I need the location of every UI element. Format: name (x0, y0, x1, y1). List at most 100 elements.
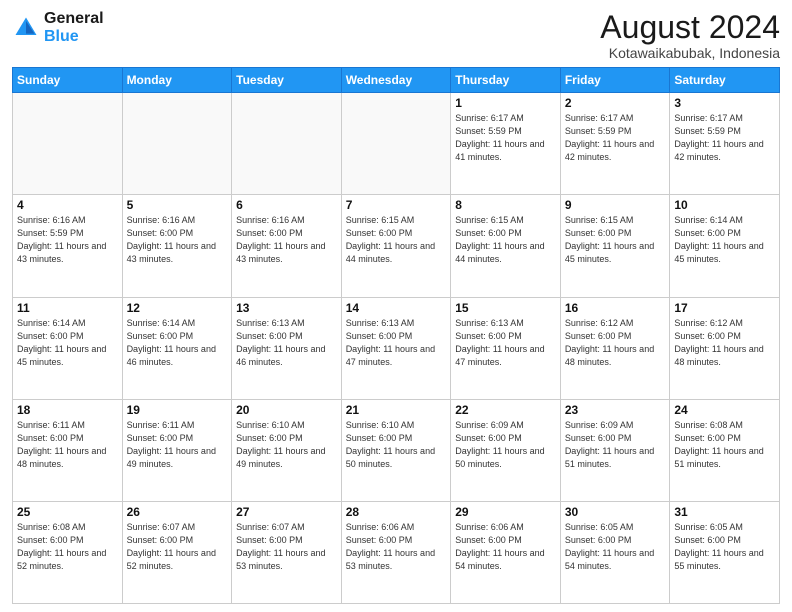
day-number: 2 (565, 96, 666, 110)
day-cell: 28 Sunrise: 6:06 AMSunset: 6:00 PMDayligh… (341, 501, 451, 603)
day-info: Sunrise: 6:13 AMSunset: 6:00 PMDaylight:… (455, 317, 556, 369)
day-number: 15 (455, 301, 556, 315)
day-info: Sunrise: 6:10 AMSunset: 6:00 PMDaylight:… (346, 419, 447, 471)
day-number: 23 (565, 403, 666, 417)
col-header-friday: Friday (560, 68, 670, 93)
day-cell: 20 Sunrise: 6:10 AMSunset: 6:00 PMDayligh… (232, 399, 342, 501)
day-cell: 8Sunrise: 6:15 AMSunset: 6:00 PMDaylight… (451, 195, 561, 297)
day-number: 6 (236, 198, 337, 212)
location: Kotawaikabubak, Indonesia (600, 45, 780, 61)
day-info: Sunrise: 6:13 AMSunset: 6:00 PMDaylight:… (346, 317, 447, 369)
day-info: Sunrise: 6:17 AMSunset: 5:59 PMDaylight:… (455, 112, 556, 164)
day-number: 7 (346, 198, 447, 212)
col-header-monday: Monday (122, 68, 232, 93)
title-block: August 2024 Kotawaikabubak, Indonesia (600, 10, 780, 61)
day-info: Sunrise: 6:16 AMSunset: 6:00 PMDaylight:… (127, 214, 228, 266)
day-number: 26 (127, 505, 228, 519)
day-number: 13 (236, 301, 337, 315)
day-number: 22 (455, 403, 556, 417)
month-title: August 2024 (600, 10, 780, 45)
day-cell: 7 Sunrise: 6:15 AMSunset: 6:00 PMDaylight… (341, 195, 451, 297)
day-info: Sunrise: 6:16 AMSunset: 5:59 PMDaylight:… (17, 214, 118, 266)
day-info: Sunrise: 6:14 AMSunset: 6:00 PMDaylight:… (127, 317, 228, 369)
day-cell: 3Sunrise: 6:17 AMSunset: 5:59 PMDaylight… (670, 93, 780, 195)
day-info: Sunrise: 6:14 AMSunset: 6:00 PMDaylight:… (17, 317, 118, 369)
day-info: Sunrise: 6:09 AMSunset: 6:00 PMDaylight:… (455, 419, 556, 471)
day-number: 3 (674, 96, 775, 110)
day-cell: 21Sunrise: 6:10 AMSunset: 6:00 PMDayligh… (341, 399, 451, 501)
header: General Blue August 2024 Kotawaikabubak,… (12, 10, 780, 61)
day-info: Sunrise: 6:09 AMSunset: 6:00 PMDaylight:… (565, 419, 666, 471)
day-number: 17 (674, 301, 775, 315)
day-number: 10 (674, 198, 775, 212)
day-cell: 1 Sunrise: 6:17 AMSunset: 5:59 PMDaylight… (451, 93, 561, 195)
day-info: Sunrise: 6:15 AMSunset: 6:00 PMDaylight:… (565, 214, 666, 266)
day-info: Sunrise: 6:06 AMSunset: 6:00 PMDaylight:… (455, 521, 556, 573)
day-cell: 6 Sunrise: 6:16 AMSunset: 6:00 PMDaylight… (232, 195, 342, 297)
day-cell (13, 93, 123, 195)
day-number: 28 (346, 505, 447, 519)
page: General Blue August 2024 Kotawaikabubak,… (0, 0, 792, 612)
logo-icon (12, 14, 40, 42)
day-cell: 22 Sunrise: 6:09 AMSunset: 6:00 PMDayligh… (451, 399, 561, 501)
day-cell: 26 Sunrise: 6:07 AMSunset: 6:00 PMDayligh… (122, 501, 232, 603)
day-cell: 2 Sunrise: 6:17 AMSunset: 5:59 PMDaylight… (560, 93, 670, 195)
week-row-3: 11 Sunrise: 6:14 AMSunset: 6:00 PMDayligh… (13, 297, 780, 399)
day-info: Sunrise: 6:16 AMSunset: 6:00 PMDaylight:… (236, 214, 337, 266)
day-info: Sunrise: 6:17 AMSunset: 5:59 PMDaylight:… (565, 112, 666, 164)
day-cell: 5 Sunrise: 6:16 AMSunset: 6:00 PMDaylight… (122, 195, 232, 297)
day-cell: 24Sunrise: 6:08 AMSunset: 6:00 PMDayligh… (670, 399, 780, 501)
day-info: Sunrise: 6:05 AMSunset: 6:00 PMDaylight:… (565, 521, 666, 573)
day-cell: 25 Sunrise: 6:08 AMSunset: 6:00 PMDayligh… (13, 501, 123, 603)
week-row-5: 25 Sunrise: 6:08 AMSunset: 6:00 PMDayligh… (13, 501, 780, 603)
logo-text: General Blue (44, 10, 104, 45)
day-cell: 4 Sunrise: 6:16 AMSunset: 5:59 PMDaylight… (13, 195, 123, 297)
day-cell (232, 93, 342, 195)
week-row-1: 1 Sunrise: 6:17 AMSunset: 5:59 PMDaylight… (13, 93, 780, 195)
day-cell: 19 Sunrise: 6:11 AMSunset: 6:00 PMDayligh… (122, 399, 232, 501)
day-number: 29 (455, 505, 556, 519)
day-number: 8 (455, 198, 556, 212)
day-cell: 10Sunrise: 6:14 AMSunset: 6:00 PMDayligh… (670, 195, 780, 297)
calendar-table: SundayMondayTuesdayWednesdayThursdayFrid… (12, 67, 780, 604)
day-info: Sunrise: 6:12 AMSunset: 6:00 PMDaylight:… (674, 317, 775, 369)
col-header-saturday: Saturday (670, 68, 780, 93)
day-number: 20 (236, 403, 337, 417)
day-info: Sunrise: 6:08 AMSunset: 6:00 PMDaylight:… (17, 521, 118, 573)
day-number: 25 (17, 505, 118, 519)
day-cell: 18Sunrise: 6:11 AMSunset: 6:00 PMDayligh… (13, 399, 123, 501)
day-number: 11 (17, 301, 118, 315)
day-number: 5 (127, 198, 228, 212)
day-info: Sunrise: 6:12 AMSunset: 6:00 PMDaylight:… (565, 317, 666, 369)
day-cell: 14 Sunrise: 6:13 AMSunset: 6:00 PMDayligh… (341, 297, 451, 399)
day-cell: 17 Sunrise: 6:12 AMSunset: 6:00 PMDayligh… (670, 297, 780, 399)
day-number: 12 (127, 301, 228, 315)
day-cell: 16 Sunrise: 6:12 AMSunset: 6:00 PMDayligh… (560, 297, 670, 399)
day-cell: 27Sunrise: 6:07 AMSunset: 6:00 PMDayligh… (232, 501, 342, 603)
day-number: 14 (346, 301, 447, 315)
day-number: 16 (565, 301, 666, 315)
col-header-tuesday: Tuesday (232, 68, 342, 93)
day-info: Sunrise: 6:10 AMSunset: 6:00 PMDaylight:… (236, 419, 337, 471)
col-header-wednesday: Wednesday (341, 68, 451, 93)
day-number: 19 (127, 403, 228, 417)
day-number: 4 (17, 198, 118, 212)
day-number: 9 (565, 198, 666, 212)
day-info: Sunrise: 6:11 AMSunset: 6:00 PMDaylight:… (127, 419, 228, 471)
day-info: Sunrise: 6:15 AMSunset: 6:00 PMDaylight:… (346, 214, 447, 266)
day-number: 30 (565, 505, 666, 519)
col-header-sunday: Sunday (13, 68, 123, 93)
week-row-4: 18Sunrise: 6:11 AMSunset: 6:00 PMDayligh… (13, 399, 780, 501)
day-cell: 23 Sunrise: 6:09 AMSunset: 6:00 PMDayligh… (560, 399, 670, 501)
day-cell: 30 Sunrise: 6:05 AMSunset: 6:00 PMDayligh… (560, 501, 670, 603)
day-cell: 31Sunrise: 6:05 AMSunset: 6:00 PMDayligh… (670, 501, 780, 603)
day-cell: 12 Sunrise: 6:14 AMSunset: 6:00 PMDayligh… (122, 297, 232, 399)
logo: General Blue (12, 10, 104, 45)
day-cell (122, 93, 232, 195)
day-info: Sunrise: 6:07 AMSunset: 6:00 PMDaylight:… (127, 521, 228, 573)
day-info: Sunrise: 6:05 AMSunset: 6:00 PMDaylight:… (674, 521, 775, 573)
day-cell: 11 Sunrise: 6:14 AMSunset: 6:00 PMDayligh… (13, 297, 123, 399)
day-info: Sunrise: 6:06 AMSunset: 6:00 PMDaylight:… (346, 521, 447, 573)
day-number: 27 (236, 505, 337, 519)
day-number: 1 (455, 96, 556, 110)
